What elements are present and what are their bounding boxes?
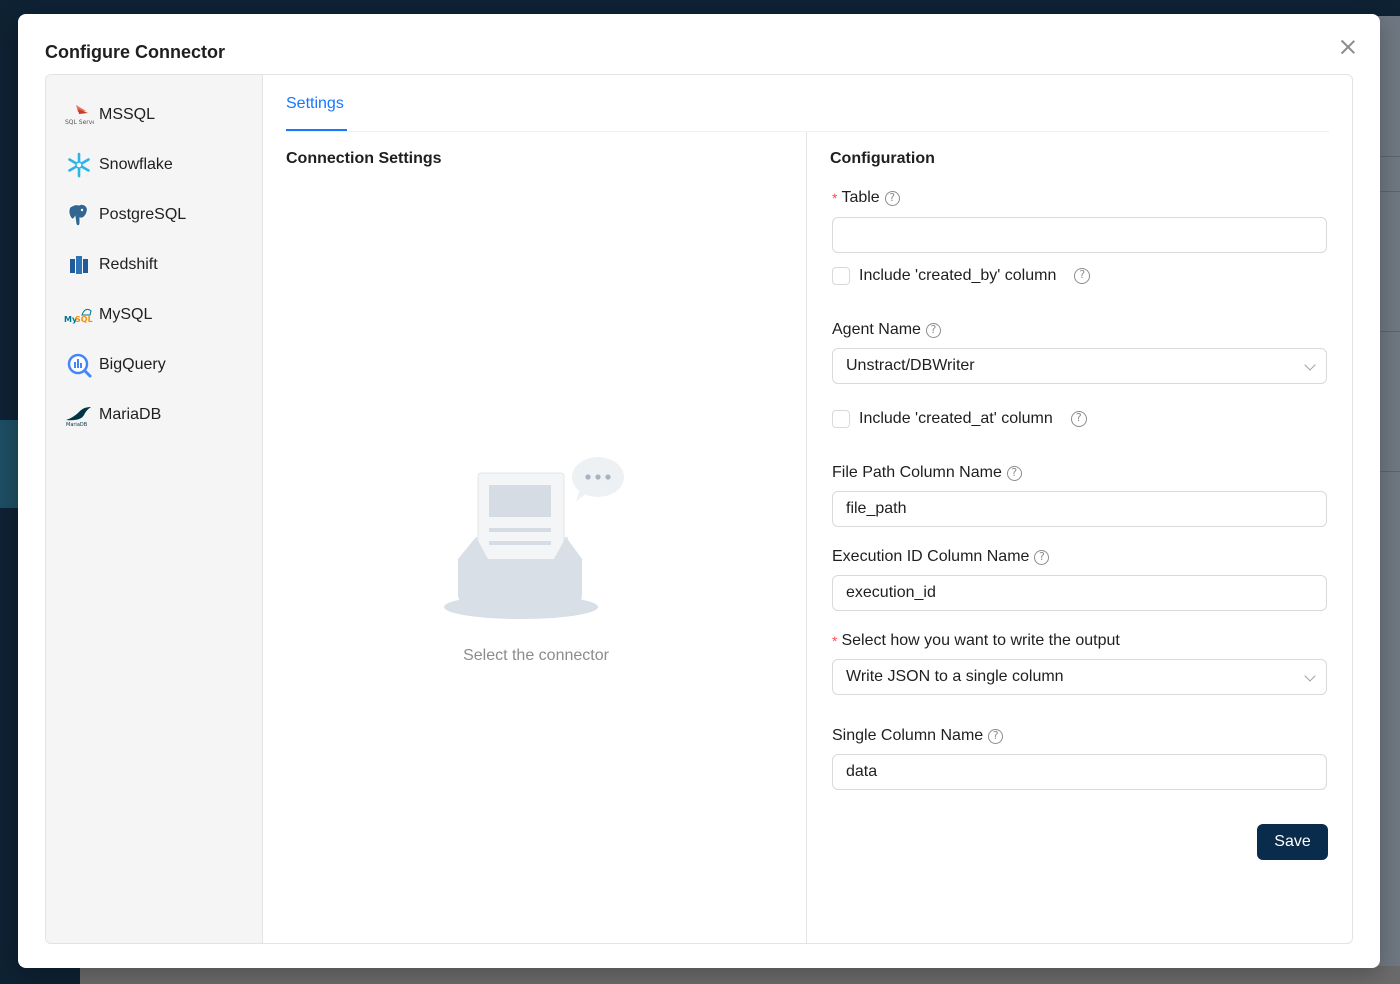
help-icon[interactable]: ? xyxy=(1006,465,1022,481)
connector-label: BigQuery xyxy=(99,356,166,373)
include-created-at-label: Include 'created_at' column xyxy=(859,410,1053,427)
chevron-down-icon xyxy=(1304,359,1316,371)
table-input[interactable] xyxy=(832,217,1327,253)
execution-id-column-input[interactable] xyxy=(832,575,1327,611)
write-output-label-text: Select how you want to write the output xyxy=(841,632,1120,649)
help-icon[interactable]: ? xyxy=(884,190,900,206)
postgresql-icon xyxy=(64,202,94,228)
connector-list: SQL Server MSSQL Snowflake xyxy=(46,75,263,943)
agent-name-label: Agent Name ? xyxy=(832,321,941,339)
table-label: * Table ? xyxy=(832,189,900,207)
single-column-name-input[interactable] xyxy=(832,754,1327,790)
background-right-panel xyxy=(1380,16,1400,966)
background-sidebar-bottom xyxy=(0,966,80,984)
file-path-column-label-text: File Path Column Name xyxy=(832,464,1002,481)
execution-id-column-label-text: Execution ID Column Name xyxy=(832,548,1030,565)
help-icon[interactable]: ? xyxy=(1074,268,1091,284)
execution-id-column-label: Execution ID Column Name ? xyxy=(832,548,1050,566)
configuration-title: Configuration xyxy=(830,150,935,167)
mysql-icon: My SQL xyxy=(64,302,94,328)
redshift-icon xyxy=(64,252,94,278)
connector-item-mysql[interactable]: My SQL MySQL xyxy=(64,299,254,331)
modal-title: Configure Connector xyxy=(45,42,225,62)
single-column-name-label-text: Single Column Name xyxy=(832,727,984,744)
write-output-value: Write JSON to a single column xyxy=(846,668,1064,685)
background-footer xyxy=(80,966,1400,984)
file-path-column-label: File Path Column Name ? xyxy=(832,464,1022,482)
connector-frame: SQL Server MSSQL Snowflake xyxy=(45,74,1353,944)
svg-text:SQL Server: SQL Server xyxy=(65,119,94,126)
connector-label: MySQL xyxy=(99,306,153,323)
help-icon[interactable]: ? xyxy=(1034,549,1050,565)
required-asterisk: * xyxy=(832,633,838,649)
agent-name-value: Unstract/DBWriter xyxy=(846,357,975,374)
agent-name-select[interactable]: Unstract/DBWriter xyxy=(832,348,1327,384)
chevron-down-icon xyxy=(1304,670,1316,682)
write-output-label: * Select how you want to write the outpu… xyxy=(832,632,1120,650)
single-column-name-label: Single Column Name ? xyxy=(832,727,1004,745)
agent-name-label-text: Agent Name xyxy=(832,321,921,338)
tab-divider xyxy=(286,131,1329,132)
connector-item-snowflake[interactable]: Snowflake xyxy=(64,149,254,181)
connector-item-mariadb[interactable]: MariaDB MariaDB xyxy=(64,399,254,431)
column-divider xyxy=(806,132,807,943)
file-path-column-input[interactable] xyxy=(832,491,1327,527)
connector-item-mssql[interactable]: SQL Server MSSQL xyxy=(64,99,254,131)
empty-state-caption: Select the connector xyxy=(463,647,609,664)
mssql-icon: SQL Server xyxy=(64,102,94,128)
snowflake-icon xyxy=(64,152,94,178)
help-icon[interactable]: ? xyxy=(1070,411,1087,427)
help-icon[interactable]: ? xyxy=(988,728,1004,744)
include-created-by-checkbox[interactable] xyxy=(832,267,850,285)
connector-item-postgresql[interactable]: PostgreSQL xyxy=(64,199,254,231)
close-icon[interactable] xyxy=(1337,36,1359,58)
connector-label: PostgreSQL xyxy=(99,206,187,223)
connector-item-redshift[interactable]: Redshift xyxy=(64,249,254,281)
include-created-by-label: Include 'created_by' column xyxy=(859,267,1057,284)
table-label-text: Table xyxy=(841,189,880,206)
required-asterisk: * xyxy=(832,190,838,206)
bigquery-icon xyxy=(64,352,94,378)
svg-text:SQL: SQL xyxy=(75,315,93,324)
include-created-at-row: Include 'created_at' column ? xyxy=(832,410,1087,428)
connector-label: Redshift xyxy=(99,256,158,273)
write-output-select[interactable]: Write JSON to a single column xyxy=(832,659,1327,695)
svg-text:MariaDB: MariaDB xyxy=(66,422,88,427)
connector-item-bigquery[interactable]: BigQuery xyxy=(64,349,254,381)
include-created-at-checkbox[interactable] xyxy=(832,410,850,428)
configure-connector-modal: Configure Connector SQL Server MSSQL xyxy=(18,14,1380,968)
tab-settings[interactable]: Settings xyxy=(286,95,344,113)
mariadb-icon: MariaDB xyxy=(64,402,94,428)
save-button[interactable]: Save xyxy=(1257,824,1328,860)
connection-settings-title: Connection Settings xyxy=(286,150,442,167)
background-sidebar-active-item xyxy=(0,420,20,508)
connector-label: MSSQL xyxy=(99,106,156,123)
include-created-by-row: Include 'created_by' column ? xyxy=(832,267,1091,285)
connector-label: Snowflake xyxy=(99,156,173,173)
connector-label: MariaDB xyxy=(99,406,162,423)
empty-state-illustration xyxy=(442,455,628,631)
help-icon[interactable]: ? xyxy=(925,322,941,338)
